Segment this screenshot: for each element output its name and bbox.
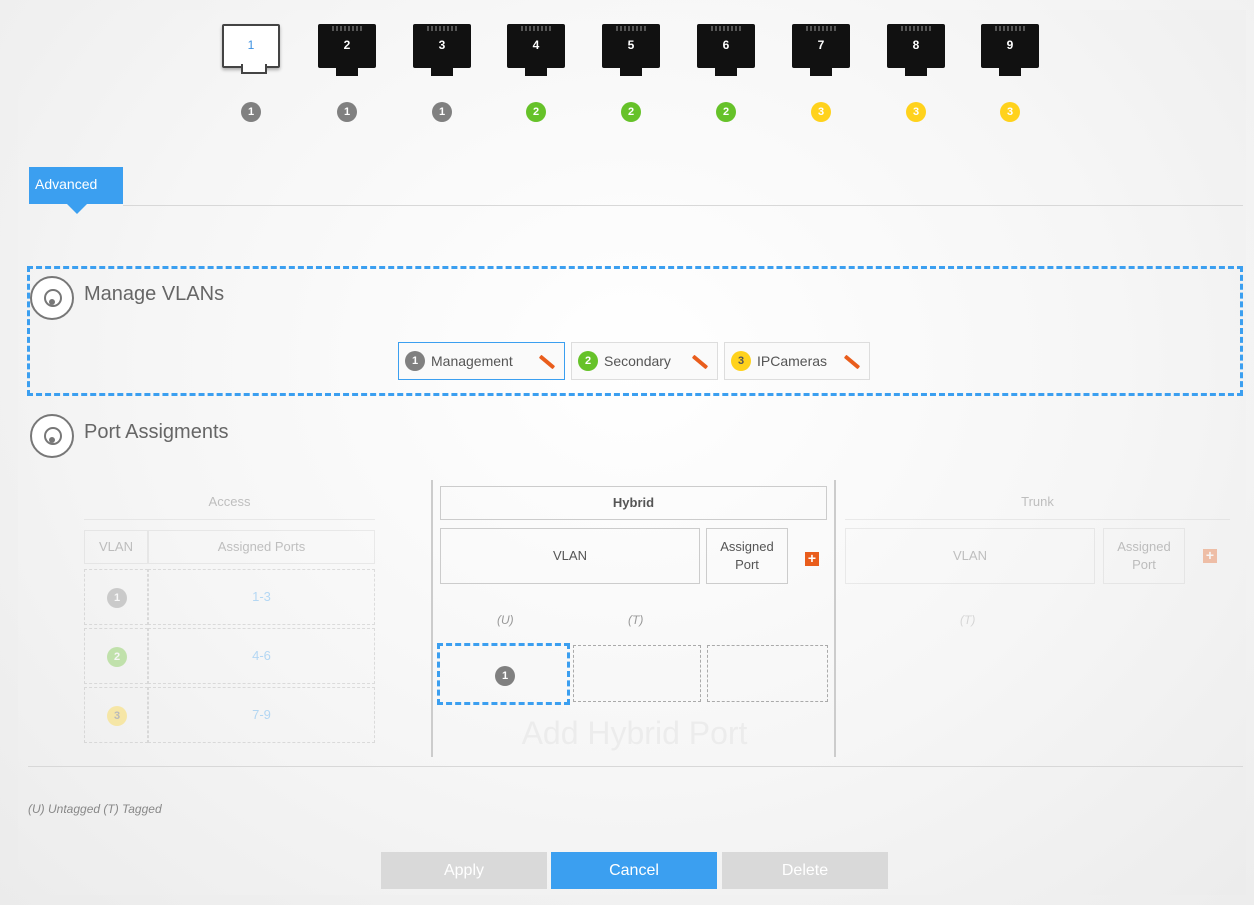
- vlan-badge: 3: [811, 102, 831, 122]
- apply-button[interactable]: Apply: [381, 852, 547, 889]
- port-assignments-title: Port Assigments: [84, 421, 229, 443]
- port-2[interactable]: 2 1: [318, 24, 376, 134]
- port-6[interactable]: 6 2: [697, 24, 755, 134]
- port-number: 4: [532, 38, 540, 52]
- port-7[interactable]: 7 3: [792, 24, 850, 134]
- delete-button[interactable]: Delete: [722, 852, 888, 889]
- port-1[interactable]: 1 1: [222, 24, 280, 134]
- port-number: 5: [627, 38, 635, 52]
- footer-divider: [28, 766, 1243, 767]
- trunk-header: Trunk: [845, 486, 1230, 520]
- tag-legend: (U) Untagged (T) Tagged: [28, 802, 162, 816]
- cancel-button[interactable]: Cancel: [551, 852, 717, 889]
- vlan-badge: 2: [526, 102, 546, 122]
- hybrid-col-vlan: VLAN: [440, 528, 700, 584]
- port-5[interactable]: 5 2: [602, 24, 660, 134]
- hybrid-tagged-slot[interactable]: [573, 645, 701, 702]
- trunk-col-port: Assigned Port: [1103, 528, 1185, 584]
- vlan-name: Secondary: [604, 353, 671, 369]
- add-trunk-icon[interactable]: +: [1203, 548, 1217, 563]
- untagged-label: (U): [497, 613, 514, 627]
- port-4[interactable]: 4 2: [507, 24, 565, 134]
- vlan-badge: 1: [495, 666, 515, 686]
- access-header: Access: [84, 486, 375, 520]
- trunk-col-vlan: VLAN: [845, 528, 1095, 584]
- port-assignments-icon: [30, 414, 74, 458]
- tab-advanced[interactable]: Advanced: [29, 167, 123, 214]
- vlan-badge: 2: [621, 102, 641, 122]
- vlan-badge: 2: [578, 351, 598, 371]
- pencil-icon[interactable]: [691, 354, 709, 370]
- port-number: 1: [247, 38, 255, 52]
- vlan-badge: 1: [337, 102, 357, 122]
- add-hybrid-port-label[interactable]: Add Hybrid Port: [437, 715, 832, 752]
- access-col-ports: Assigned Ports: [148, 530, 375, 564]
- vlan-badge: 1: [405, 351, 425, 371]
- pencil-icon[interactable]: [843, 354, 861, 370]
- vlan-badge: 3: [1000, 102, 1020, 122]
- pencil-icon[interactable]: [538, 354, 556, 370]
- port-number: 9: [1006, 38, 1014, 52]
- hybrid-col-port: Assigned Port: [706, 528, 788, 584]
- port-number: 7: [817, 38, 825, 52]
- tagged-label: (T): [628, 613, 644, 627]
- hybrid-header: Hybrid: [440, 486, 827, 520]
- vlan-badge: 1: [241, 102, 261, 122]
- port-3[interactable]: 3 1: [413, 24, 471, 134]
- vlan-chip-secondary[interactable]: 2 Secondary: [571, 342, 718, 380]
- manage-vlans-title: Manage VLANs: [84, 283, 225, 305]
- port-9[interactable]: 9 3: [981, 24, 1039, 134]
- vlan-badge: 2: [716, 102, 736, 122]
- port-number: 2: [343, 38, 351, 52]
- access-row-ports[interactable]: 7-9: [148, 687, 375, 743]
- vlan-badge: 1: [107, 588, 127, 608]
- port-number: 3: [438, 38, 446, 52]
- port-number: 8: [912, 38, 920, 52]
- access-row-vlan: 3: [84, 687, 148, 743]
- vlan-badge: 3: [731, 351, 751, 371]
- access-row-vlan: 1: [84, 569, 148, 625]
- vlan-config-panel: [18, 10, 1246, 895]
- vlan-chip-ipcameras[interactable]: 3 IPCameras: [724, 342, 870, 380]
- add-hybrid-icon[interactable]: +: [805, 551, 819, 566]
- port-8[interactable]: 8 3: [887, 24, 945, 134]
- access-row-ports[interactable]: 1-3: [148, 569, 375, 625]
- hybrid-port-slot[interactable]: [707, 645, 828, 702]
- switch-ports: 1 1 2 1 3 1 4 2 5 2 6 2 7 3 8 3 9 3: [222, 24, 1042, 134]
- access-col-vlan: VLAN: [84, 530, 148, 564]
- trunk-tagged-label: (T): [960, 613, 976, 627]
- vlan-name: IPCameras: [757, 353, 828, 369]
- hybrid-vlan-slot[interactable]: 1: [437, 643, 570, 705]
- vlan-badge: 2: [107, 647, 127, 667]
- vlan-section-icon: [30, 276, 74, 320]
- port-number: 6: [722, 38, 730, 52]
- access-row-ports[interactable]: 4-6: [148, 628, 375, 684]
- tab-divider: [123, 205, 1243, 206]
- vlan-badge: 3: [107, 706, 127, 726]
- vlan-badge: 3: [906, 102, 926, 122]
- vlan-badge: 1: [432, 102, 452, 122]
- vlan-name: Management: [431, 353, 513, 369]
- access-row-vlan: 2: [84, 628, 148, 684]
- vlan-chip-management[interactable]: 1 Management: [398, 342, 565, 380]
